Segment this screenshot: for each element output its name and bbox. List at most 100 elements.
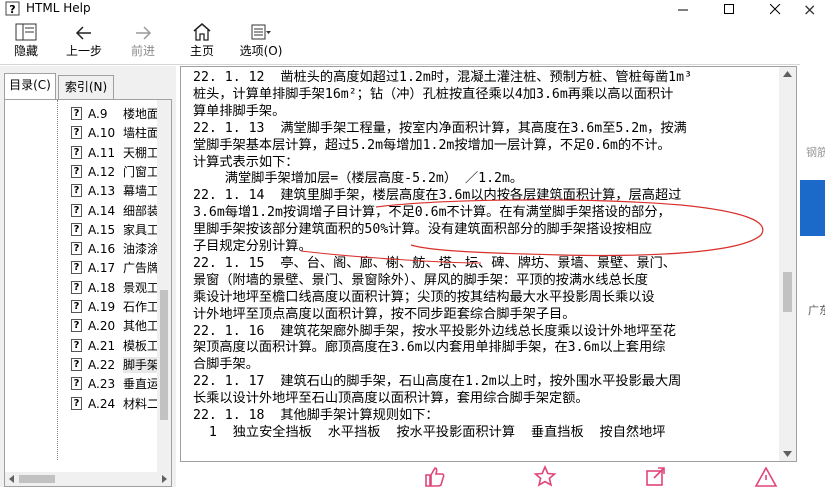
toolbar: 隐藏 上一步 前进 主页 选项(O) bbox=[0, 18, 800, 65]
tree-item[interactable]: ? A.17 广告牌 bbox=[5, 259, 165, 278]
tree-hscroll-thumb[interactable] bbox=[19, 475, 55, 483]
tree-item-number: A.9 bbox=[88, 107, 108, 121]
background-window: × 钢筋 广东 bbox=[800, 0, 825, 487]
tree-item[interactable]: ? A.10 墙柱面 bbox=[5, 124, 165, 143]
tab-contents-label: 目录(C) bbox=[9, 78, 51, 92]
topic-content-pane[interactable]: 22. 1. 12 凿桩头的高度如超过1.2m时，混凝土灌注桩、预制方桩、管桩每… bbox=[180, 66, 797, 462]
tree-item-number: A.20 bbox=[88, 319, 116, 334]
svg-text:?: ? bbox=[9, 3, 15, 16]
forward-label: 前进 bbox=[130, 44, 155, 58]
maximize-icon bbox=[723, 3, 734, 14]
options-icon bbox=[251, 24, 271, 40]
content-vertical-scrollbar[interactable] bbox=[779, 67, 796, 461]
scroll-down-icon[interactable] bbox=[783, 451, 792, 457]
home-label: 主页 bbox=[189, 44, 214, 58]
minimize-icon bbox=[677, 9, 688, 10]
bottom-floating-toolbar bbox=[176, 462, 800, 487]
red-handwritten-annotation bbox=[300, 199, 764, 264]
arrow-right-icon bbox=[136, 26, 152, 40]
tree-item-number: A.15 bbox=[88, 222, 116, 237]
hide-button[interactable]: 隐藏 bbox=[6, 21, 46, 63]
tree-item-number: A.17 bbox=[88, 261, 116, 276]
tree-vertical-scrollbar[interactable] bbox=[157, 100, 171, 472]
close-button[interactable] bbox=[752, 0, 798, 18]
tree-item[interactable]: ? A.12 门窗工 bbox=[5, 163, 165, 182]
help-topic-icon: ? bbox=[71, 319, 82, 333]
hide-pane-icon bbox=[15, 23, 37, 41]
hide-label: 隐藏 bbox=[13, 44, 38, 58]
home-icon bbox=[193, 23, 211, 41]
tree-item[interactable]: ? A.16 油漆涂 bbox=[5, 240, 165, 259]
content-scroll-thumb[interactable] bbox=[783, 272, 792, 312]
tree-item-number: A.23 bbox=[88, 377, 116, 392]
tree-item[interactable]: ? A.9 楼地面 bbox=[5, 105, 165, 124]
help-topic-icon: ? bbox=[71, 203, 82, 217]
tree-item[interactable]: ? A.22 脚手架 bbox=[5, 356, 165, 375]
help-topic-icon: ? bbox=[71, 126, 82, 140]
help-app-icon: ? bbox=[5, 1, 20, 16]
scroll-left-icon[interactable] bbox=[8, 475, 16, 483]
contents-tree[interactable]: ? A.9 楼地面? A.10 墙柱面? A.11 天棚工? A.12 门窗工? A.13 幕墙工?… bbox=[4, 99, 172, 487]
tree-item-number: A.16 bbox=[88, 242, 116, 257]
help-topic-icon: ? bbox=[71, 242, 82, 256]
tree-item[interactable]: ? A.20 其他工 bbox=[5, 317, 165, 336]
tab-index[interactable]: 索引(N) bbox=[58, 75, 114, 99]
options-label: 选项(O) bbox=[239, 44, 283, 58]
share-icon[interactable] bbox=[644, 465, 668, 487]
tree-item-number: A.13 bbox=[88, 184, 116, 199]
title-bar: ? HTML Help bbox=[0, 0, 800, 18]
background-text-mid: 广东 bbox=[808, 304, 825, 317]
help-topic-icon: ? bbox=[71, 396, 82, 410]
options-button[interactable]: 选项(O) bbox=[238, 21, 284, 63]
tree-item[interactable]: ? A.15 家具工 bbox=[5, 221, 165, 240]
tree-item-number: A.22 bbox=[88, 357, 116, 372]
tree-item[interactable]: ? A.18 景观工 bbox=[5, 279, 165, 298]
tab-contents[interactable]: 目录(C) bbox=[4, 73, 56, 99]
home-button[interactable]: 主页 bbox=[186, 21, 218, 63]
background-blue-panel bbox=[800, 180, 825, 236]
star-icon[interactable] bbox=[533, 465, 557, 487]
tree-item[interactable]: ? A.11 天棚工 bbox=[5, 144, 165, 163]
tree-item-number: A.12 bbox=[88, 164, 116, 179]
maximize-button[interactable] bbox=[706, 0, 752, 18]
scroll-up-icon[interactable] bbox=[783, 71, 792, 77]
forward-button[interactable]: 前进 bbox=[126, 21, 160, 63]
thumbs-up-icon[interactable] bbox=[422, 465, 446, 487]
scroll-right-icon[interactable] bbox=[160, 475, 168, 483]
help-topic-icon: ? bbox=[71, 338, 82, 352]
tree-item-number: A.19 bbox=[88, 300, 116, 314]
back-button[interactable]: 上一步 bbox=[62, 21, 106, 63]
arrow-left-icon bbox=[75, 26, 91, 40]
tree-item-number: A.11 bbox=[88, 145, 116, 160]
help-topic-icon: ? bbox=[71, 164, 82, 178]
tree-item[interactable]: ? A.21 模板工 bbox=[5, 337, 165, 356]
tree-horizontal-scrollbar[interactable] bbox=[5, 472, 171, 486]
help-topic-icon: ? bbox=[71, 280, 82, 294]
close-icon bbox=[769, 3, 780, 14]
minimize-button[interactable] bbox=[660, 0, 706, 18]
tree-item-number: A.21 bbox=[88, 338, 116, 353]
navigation-pane: 目录(C) 索引(N) ? A.9 楼地面? A.10 墙柱面? A.11 天棚工? A.12… bbox=[0, 66, 176, 487]
tree-item-number: A.18 bbox=[88, 280, 116, 295]
window-title: HTML Help bbox=[26, 1, 91, 15]
help-topic-icon: ? bbox=[71, 300, 82, 313]
tree-item[interactable]: ? A.13 幕墙工 bbox=[5, 182, 165, 201]
tree-item[interactable]: ? A.23 垂直运 bbox=[5, 375, 165, 394]
tree-item[interactable]: ? A.14 细部装 bbox=[5, 202, 165, 221]
tree-item[interactable]: ? A.19 石作工 bbox=[5, 298, 165, 317]
tree-item-number: A.24 bbox=[88, 396, 116, 411]
help-topic-icon: ? bbox=[71, 184, 82, 198]
back-label: 上一步 bbox=[65, 44, 102, 58]
help-topic-icon: ? bbox=[71, 222, 82, 236]
tab-index-label: 索引(N) bbox=[64, 80, 108, 94]
help-topic-icon: ? bbox=[71, 357, 82, 371]
help-topic-icon: ? bbox=[71, 107, 82, 120]
background-text-top: 钢筋 bbox=[806, 146, 825, 159]
tree-scroll-thumb[interactable] bbox=[160, 290, 168, 420]
tree-item[interactable]: ? A.24 材料二 bbox=[5, 395, 165, 414]
tree-item-number: A.10 bbox=[88, 126, 116, 141]
warning-icon[interactable] bbox=[754, 465, 778, 487]
help-topic-icon: ? bbox=[71, 377, 82, 391]
background-close-icon[interactable]: × bbox=[803, 0, 816, 19]
help-topic-icon: ? bbox=[71, 261, 82, 275]
